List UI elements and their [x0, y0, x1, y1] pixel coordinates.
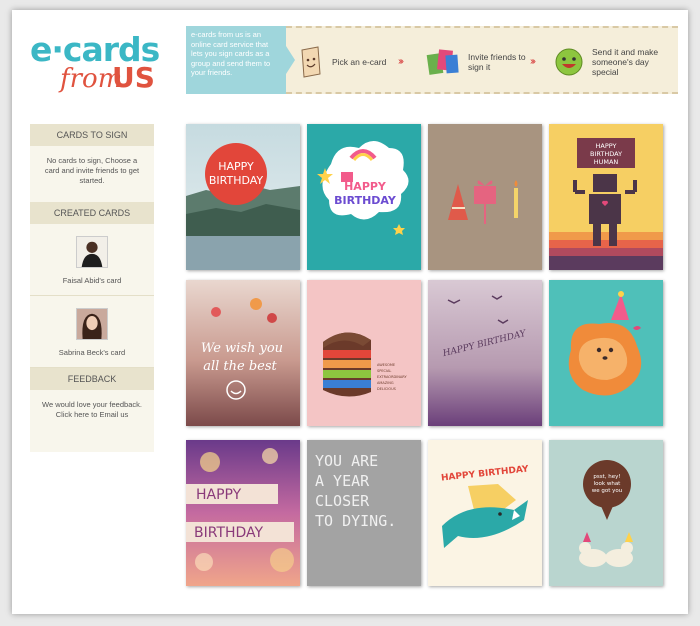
step-send: Send it and make someone's day special	[554, 42, 668, 82]
card-text: A YEAR	[315, 472, 370, 490]
avatar	[76, 308, 108, 340]
card-text: BIRTHDAY	[194, 525, 264, 541]
ecard-birds-birthday[interactable]: HAPPY BIRTHDAY	[428, 280, 542, 426]
card-text: DELICIOUS	[377, 387, 397, 391]
ecard-we-wish-you[interactable]: We wish you all the best	[186, 280, 300, 426]
ecard-happy-birthday-bokeh[interactable]: HAPPY BIRTHDAY	[186, 440, 300, 586]
ecard-happy-birthday-robot[interactable]: HAPPY BIRTHDAY HUMAN	[549, 124, 663, 270]
card-text: HAPPY	[595, 142, 616, 150]
ecard-happy-birthday-lake[interactable]: HAPPY BIRTHDAY	[186, 124, 300, 270]
step-pick: Pick an e-card	[300, 42, 386, 82]
card-smile-icon	[301, 46, 321, 78]
intro-text: e-cards from us is an online card servic…	[186, 26, 286, 94]
how-it-works-banner: Pick an e-card ››› Invite friends to sig…	[286, 26, 678, 94]
card-text: TO DYING.	[315, 512, 396, 530]
logo-us-text: US	[112, 61, 155, 94]
card-text: look what	[594, 481, 622, 487]
card-text: SPECIAL	[377, 369, 391, 373]
card-text: AMAZING	[377, 381, 394, 385]
created-card-name: Faisal Abid's card	[62, 276, 122, 285]
card-text: CLOSER	[315, 492, 370, 510]
ecard-shark-birthday[interactable]: HAPPY BIRTHDAY	[428, 440, 542, 586]
ecard-layer-cake[interactable]: AWESOME SPECIAL EXTRAORDINARY AMAZING DE…	[307, 280, 421, 426]
card-text: HUMAN	[594, 158, 619, 166]
feedback-text[interactable]: We would love your feedback. Click here …	[30, 390, 154, 420]
feedback-heading: FEEDBACK	[30, 368, 154, 390]
step-invite-label: Invite friends to sign it	[468, 52, 526, 72]
card-text: HAPPY	[344, 180, 387, 193]
created-card-name: Sabrina Beck's card	[58, 348, 126, 357]
ecards-from-us-logo[interactable]: e·cards from US	[30, 32, 160, 104]
sidebar: CARDS TO SIGN No cards to sign, Choose a…	[30, 124, 154, 452]
arrow-icon: ›››	[530, 56, 536, 67]
card-text: HAPPY	[196, 487, 242, 503]
card-text: BIRTHDAY	[590, 150, 622, 158]
arrow-icon: ›››	[398, 56, 404, 67]
step-invite: Invite friends to sign it	[426, 42, 526, 82]
smiley-icon	[555, 48, 583, 76]
step-pick-label: Pick an e-card	[332, 57, 387, 67]
card-text: We wish you	[201, 341, 283, 356]
card-text: HAPPY	[218, 160, 254, 173]
ecard-happy-birthday-party[interactable]: HAPPY BIRTHDAY	[307, 124, 421, 270]
card-text: BIRTHDAY	[334, 194, 397, 207]
avatar	[76, 236, 108, 268]
ecard-year-closer[interactable]: YOU ARE A YEAR CLOSER TO DYING.	[307, 440, 421, 586]
ecard-pomeranian[interactable]	[549, 280, 663, 426]
card-text: AWESOME	[377, 363, 395, 367]
card-text: psst, hey!	[593, 474, 620, 480]
ecard-party-items[interactable]	[428, 124, 542, 270]
card-text: EXTRAORDINARY	[377, 375, 407, 379]
card-text: we got you	[592, 488, 623, 494]
card-text: all the best	[203, 359, 277, 374]
card-text: BIRTHDAY	[209, 174, 264, 187]
created-cards-heading: CREATED CARDS	[30, 202, 154, 224]
step-send-label: Send it and make someone's day special	[592, 47, 659, 77]
friends-cards-icon	[426, 49, 459, 75]
page: e·cards from US e-cards from us is an on…	[12, 10, 688, 614]
cards-to-sign-heading: CARDS TO SIGN	[30, 124, 154, 146]
created-card-item[interactable]: Faisal Abid's card	[30, 224, 154, 296]
card-text: YOU ARE	[315, 452, 378, 470]
cards-to-sign-text: No cards to sign, Choose a card and invi…	[44, 156, 140, 185]
ecard-mice-gift[interactable]: psst, hey! look what we got you	[549, 440, 663, 586]
created-card-item[interactable]: Sabrina Beck's card	[30, 296, 154, 368]
